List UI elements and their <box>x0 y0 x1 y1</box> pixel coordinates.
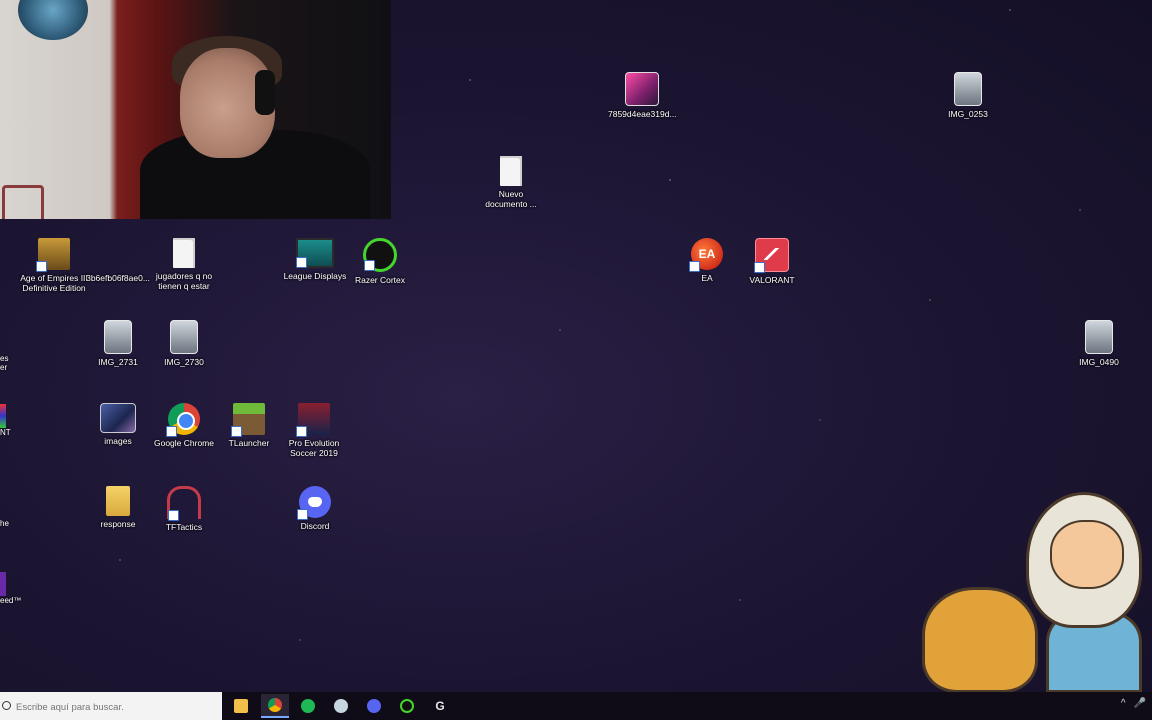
taskbar-file-explorer[interactable] <box>227 694 255 718</box>
desktop-icon-img-2731[interactable]: IMG_2731 <box>84 320 152 367</box>
desktop-icon-league-displays[interactable]: League Displays <box>281 238 349 281</box>
microphone-icon[interactable]: 🎤 <box>1134 698 1146 709</box>
razer-cortex-icon <box>363 238 397 272</box>
image-file-icon <box>625 72 659 106</box>
desktop-icon-label: he <box>0 519 9 528</box>
desktop-icon-label: 3b6efb06f8ae0... <box>86 273 150 283</box>
desktop-icon-label: NT <box>0 428 11 437</box>
image-file-icon <box>102 238 134 270</box>
desktop-icon-label: Pro Evolution Soccer 2019 <box>288 438 340 458</box>
desktop-icon-discord[interactable]: Discord <box>281 486 349 531</box>
desktop-icon-pes-2019[interactable]: Pro Evolution Soccer 2019 <box>280 403 348 458</box>
desktop-icon-label: IMG_0253 <box>948 109 988 119</box>
image-file-icon <box>104 320 132 354</box>
steam-icon <box>334 699 348 713</box>
desktop-icon-nuevo-documento[interactable]: Nuevo documento ... <box>477 156 545 209</box>
desktop-icon-label: Razer Cortex <box>354 275 406 285</box>
tftactics-icon <box>167 486 201 521</box>
desktop-icon-cutoff[interactable]: he <box>0 519 9 528</box>
tlauncher-icon <box>231 403 265 437</box>
image-file-icon <box>1085 320 1113 354</box>
desktop-icon-cutoff[interactable]: es er <box>0 354 8 372</box>
desktop-icon-label: TLauncher <box>228 438 270 448</box>
taskbar-razer-cortex[interactable] <box>393 694 421 718</box>
image-file-icon <box>170 320 198 354</box>
taskbar-g-hub[interactable]: G <box>426 694 454 718</box>
desktop-icon-google-chrome[interactable]: Google Chrome <box>150 403 218 448</box>
taskbar-spotify[interactable] <box>294 694 322 718</box>
taskbar-google-chrome[interactable] <box>261 694 289 718</box>
desktop-icon-label: Age of Empires III Definitive Edition <box>20 273 88 293</box>
image-file-icon <box>100 403 136 433</box>
wallpaper-dog-character <box>922 587 1038 693</box>
desktop-icon-ea[interactable]: EA EA <box>673 238 741 283</box>
desktop-icon-img-2730[interactable]: IMG_2730 <box>150 320 218 367</box>
desktop-icon-label: EA <box>701 273 713 283</box>
taskbar-steam[interactable] <box>327 694 355 718</box>
desktop-icon-tftactics[interactable]: TFTactics <box>150 486 218 532</box>
desktop-icon-7859d4eae319d[interactable]: 7859d4eae319d... <box>608 72 677 119</box>
app-icon <box>0 572 6 596</box>
text-document-icon <box>173 238 195 268</box>
webcam-overlay <box>0 0 391 219</box>
desktop-icon-cutoff[interactable]: NT <box>0 404 11 437</box>
desktop-icon-label: IMG_2730 <box>164 357 204 367</box>
desktop-icon-razer-cortex[interactable]: Razer Cortex <box>346 238 414 285</box>
taskbar-search[interactable] <box>0 692 222 720</box>
wallpaper-boy-face <box>1050 520 1124 589</box>
folder-icon <box>106 486 130 516</box>
discord-icon <box>367 699 381 713</box>
desktop-icon-label: response <box>100 519 136 529</box>
age-of-empires-icon <box>36 238 70 272</box>
discord-icon <box>297 486 331 520</box>
pes-2019-icon <box>296 403 330 437</box>
image-file-icon <box>954 72 982 106</box>
desktop-icon-cutoff[interactable]: eed™ <box>0 572 21 605</box>
g-hub-icon: G <box>435 699 445 713</box>
desktop-icon-3b6efb06f8ae0[interactable]: 3b6efb06f8ae0... <box>84 238 152 283</box>
app-icon <box>0 404 6 428</box>
desktop-icon-valorant[interactable]: VALORANT <box>738 238 806 285</box>
desktop-icon-label: es <box>0 354 9 363</box>
ea-icon: EA <box>689 238 723 272</box>
desktop-icon-label: 7859d4eae319d... <box>608 109 677 119</box>
razer-cortex-icon <box>400 699 414 713</box>
desktop-icon-response[interactable]: response <box>84 486 152 529</box>
desktop-icon-jugadores[interactable]: jugadores q no tienen q estar <box>150 238 218 291</box>
desktop-icon-label: IMG_2731 <box>98 357 138 367</box>
desktop-icon-label: League Displays <box>283 271 347 281</box>
desktop-icon-img-0253[interactable]: IMG_0253 <box>934 72 1002 119</box>
search-icon <box>2 701 11 710</box>
show-hidden-icons-chevron-icon[interactable]: ^ <box>1121 698 1126 709</box>
desktop-icon-label: Discord <box>300 521 330 531</box>
valorant-icon <box>754 238 789 273</box>
desktop-icon-label: images <box>104 436 132 446</box>
webcam-headset <box>255 70 275 115</box>
wallpaper-character-art <box>902 492 1152 693</box>
chrome-icon <box>166 403 200 437</box>
desktop-icon-label: er <box>0 363 8 372</box>
search-input[interactable] <box>14 697 218 717</box>
desktop-icon-label: eed™ <box>0 596 22 605</box>
desktop-icon-label: jugadores q no tienen q estar <box>155 271 213 291</box>
system-tray: ^ 🎤 <box>1121 698 1146 709</box>
desktop-icon-label: Google Chrome <box>153 438 214 448</box>
webcam-background-frame <box>2 185 44 219</box>
league-displays-icon <box>296 238 334 268</box>
desktop-icon-images[interactable]: images <box>84 403 152 446</box>
webcam-background-object <box>18 0 88 40</box>
taskbar: G ^ 🎤 <box>0 692 1152 720</box>
desktop-icon-label: IMG_0490 <box>1079 357 1119 367</box>
chrome-icon <box>268 698 282 712</box>
desktop-icon-tlauncher[interactable]: TLauncher <box>215 403 283 448</box>
text-document-icon <box>500 156 522 186</box>
desktop-icon-label: VALORANT <box>749 275 795 285</box>
folder-icon <box>234 699 248 713</box>
desktop-icon-label: TFTactics <box>165 522 203 532</box>
spotify-icon <box>301 699 315 713</box>
desktop-icon-age-of-empires[interactable]: Age of Empires III Definitive Edition <box>20 238 88 293</box>
desktop-icon-img-0490[interactable]: IMG_0490 <box>1065 320 1133 367</box>
taskbar-discord[interactable] <box>360 694 388 718</box>
desktop-icon-label: Nuevo documento ... <box>485 189 537 209</box>
